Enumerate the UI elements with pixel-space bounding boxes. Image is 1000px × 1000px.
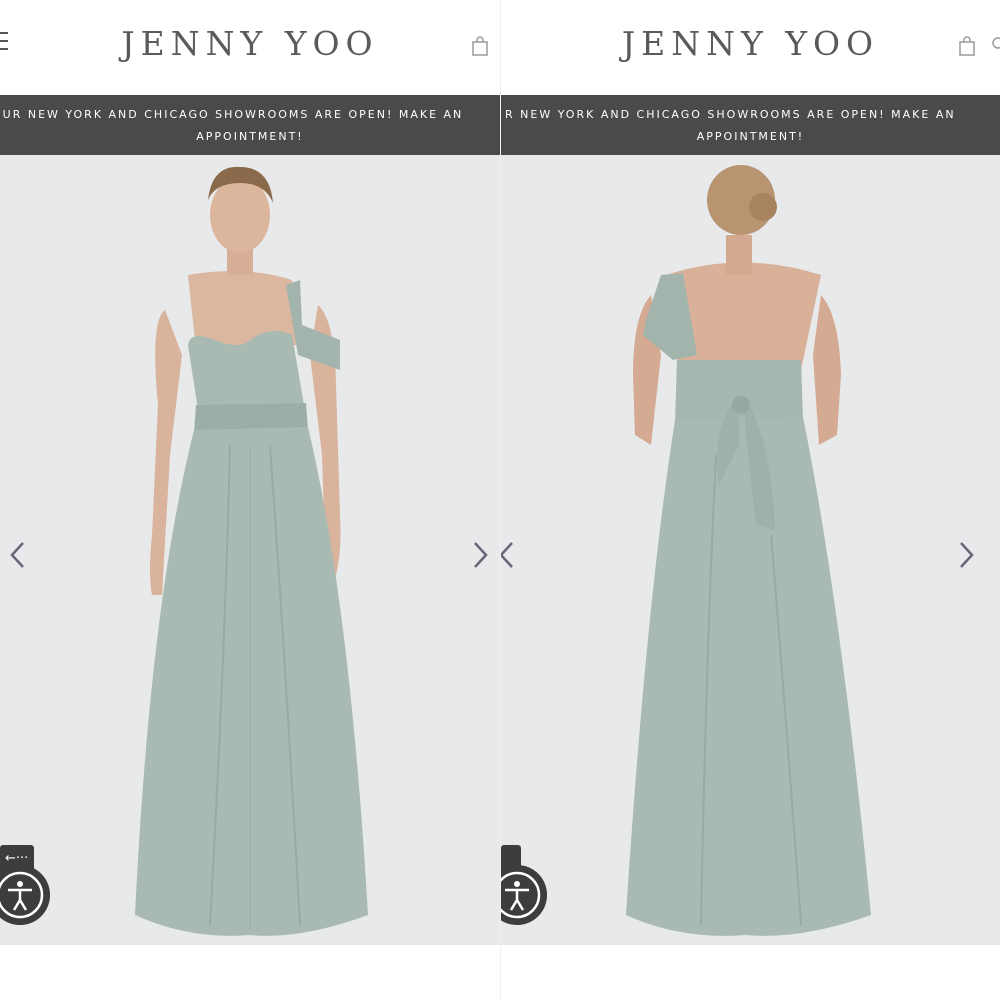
chevron-right-icon[interactable] bbox=[956, 540, 976, 570]
dress-front-figure bbox=[135, 166, 368, 936]
banner-text-line2: APPOINTMENT! bbox=[696, 130, 805, 143]
banner-text-line2: APPOINTMENT! bbox=[196, 130, 304, 143]
product-screenshot-front: JENNY YOO OUR NEW YORK AND CHICAGO SHOWR… bbox=[0, 0, 500, 1000]
product-image-front bbox=[0, 155, 500, 945]
chevron-right-icon[interactable] bbox=[470, 540, 490, 570]
dress-back-figure bbox=[626, 165, 871, 936]
site-header: JENNY YOO bbox=[501, 0, 1000, 95]
announcement-banner[interactable]: R NEW YORK AND CHICAGO SHOWROOMS ARE OPE… bbox=[501, 95, 1000, 155]
product-image-back bbox=[501, 155, 1000, 945]
search-icon[interactable] bbox=[991, 36, 1000, 52]
announcement-banner[interactable]: OUR NEW YORK AND CHICAGO SHOWROOMS ARE O… bbox=[0, 95, 500, 155]
shopping-bag-icon[interactable] bbox=[472, 36, 488, 56]
shopping-bag-icon[interactable] bbox=[959, 36, 975, 56]
brand-logo[interactable]: JENNY YOO bbox=[501, 24, 1000, 63]
page-footer-area bbox=[0, 945, 500, 1000]
chevron-left-icon[interactable] bbox=[8, 540, 28, 570]
site-header: JENNY YOO bbox=[0, 0, 500, 95]
product-screenshot-back: JENNY YOO R NEW YORK AND CHICAGO SHOWROO… bbox=[500, 0, 1000, 1000]
page-footer-area bbox=[501, 945, 1000, 1000]
banner-text: R NEW YORK AND CHICAGO SHOWROOMS ARE OPE… bbox=[505, 108, 956, 121]
arrow-left-icon: ←··· bbox=[5, 851, 29, 866]
banner-text: OUR NEW YORK AND CHICAGO SHOWROOMS ARE O… bbox=[0, 108, 464, 121]
chevron-left-icon[interactable] bbox=[500, 540, 517, 570]
brand-logo[interactable]: JENNY YOO bbox=[0, 24, 500, 63]
